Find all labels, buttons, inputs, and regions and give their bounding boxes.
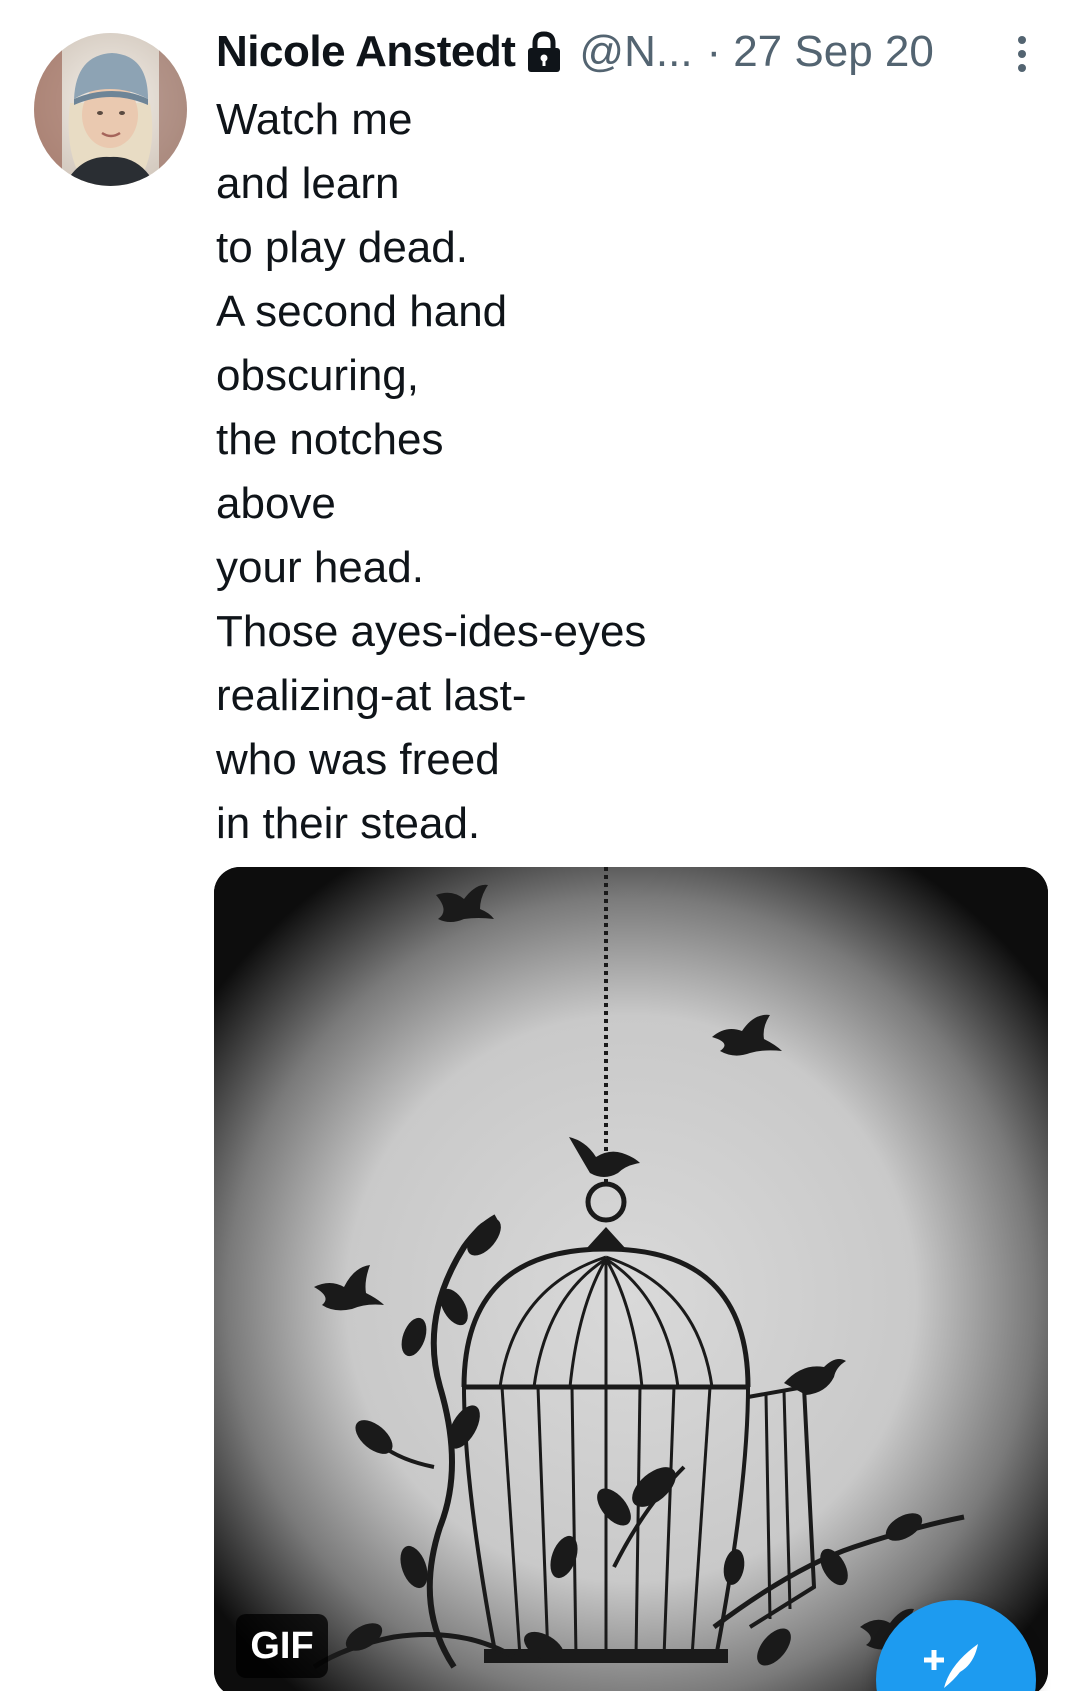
separator: · [706, 27, 722, 76]
tweet-line: and learn [216, 159, 400, 208]
gif-badge: GIF [236, 1614, 328, 1678]
tweet-line: realizing-at last- [216, 671, 527, 720]
display-name[interactable]: Nicole Anstedt [216, 27, 516, 77]
tweet-media-gif[interactable] [214, 867, 1048, 1691]
tweet-line: in their stead. [216, 799, 481, 848]
compose-plus-feather-icon [924, 1644, 978, 1688]
tweet-header: Nicole Anstedt @N... · 27 Sep 20 [216, 22, 1056, 82]
more-vertical-icon[interactable] [1014, 34, 1030, 74]
tweet-line: Those ayes-ides-eyes [216, 607, 647, 656]
tweet-line: the notches [216, 415, 444, 464]
tweet-line: Watch me [216, 95, 413, 144]
handle[interactable]: @N... [579, 27, 692, 77]
tweet-line: to play dead. [216, 223, 468, 272]
tweet-line: obscuring, [216, 351, 420, 400]
tweet[interactable]: Nicole Anstedt @N... · 27 Sep 20 Watch m… [0, 0, 1080, 1691]
lock-icon [525, 30, 563, 74]
tweet-line: your head. [216, 543, 424, 592]
tweet-line: above [216, 479, 336, 528]
tweet-line: who was freed [216, 735, 500, 784]
tweet-line: A second hand [216, 287, 508, 336]
avatar[interactable] [34, 33, 187, 186]
tweet-text: Watch me and learn to play dead. A secon… [216, 88, 1036, 856]
tweet-date[interactable]: 27 Sep 20 [733, 27, 934, 77]
